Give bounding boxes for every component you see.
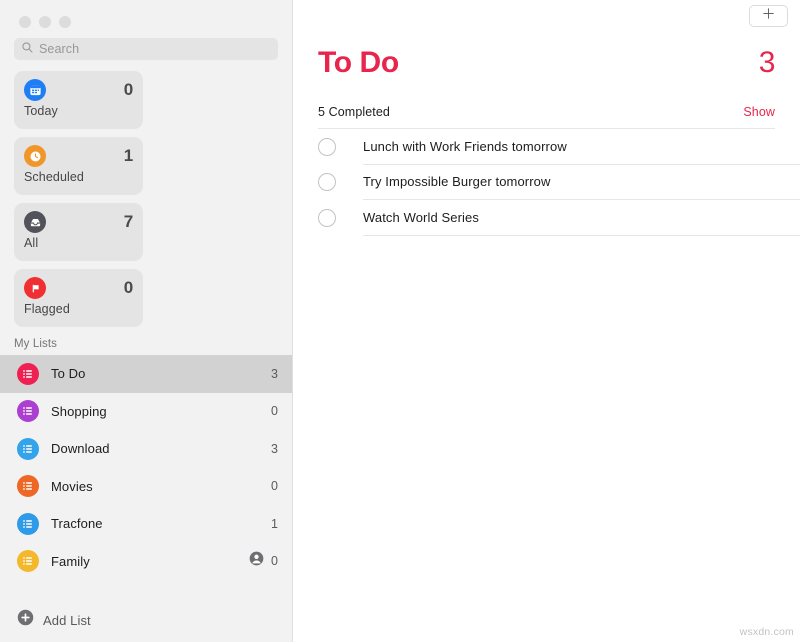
list-bullet-icon [17, 550, 39, 573]
smart-card-all-top: 7 [24, 211, 133, 233]
my-lists-container: To Do 3 Shopping 0 Download 3 Movies 0 T… [0, 355, 292, 580]
smart-card-flagged-count: 0 [123, 278, 133, 297]
search-container: Search [0, 32, 292, 60]
sidebar-item-count: 3 [271, 441, 278, 456]
main-toolbar [293, 0, 800, 32]
sidebar-item-label: Family [51, 553, 90, 569]
reminder-title[interactable]: Try Impossible Burger tomorrow [363, 174, 550, 189]
sidebar-item-right: 0 [271, 479, 278, 493]
reminders-app-window: Search 0 Today 1 Scheduled 7 All 0 Flagg… [0, 0, 800, 642]
reminders-list: Lunch with Work Friends tomorrow Try Imp… [293, 129, 800, 236]
list-bullet-icon [17, 400, 39, 423]
add-list-button[interactable]: Add List [0, 598, 293, 642]
plus-circle-icon [17, 609, 34, 631]
smart-card-all-label: All [24, 236, 39, 250]
completed-count-label: 5 Completed [318, 105, 390, 119]
sidebar-item-count: 0 [271, 479, 278, 494]
reminder-row[interactable]: Lunch with Work Friends tomorrow [318, 129, 800, 165]
reminder-row[interactable]: Watch World Series [318, 200, 800, 236]
reminder-row[interactable]: Try Impossible Burger tomorrow [318, 165, 800, 200]
sidebar-item-right: 0 [249, 551, 278, 571]
reminder-checkbox-icon[interactable] [318, 208, 336, 227]
smart-card-today[interactable]: 0 Today [14, 71, 143, 129]
close-button[interactable] [19, 15, 31, 28]
clock-icon [24, 145, 46, 167]
reminder-title[interactable]: Watch World Series [363, 210, 479, 225]
reminder-title[interactable]: Lunch with Work Friends tomorrow [363, 139, 567, 154]
search-input[interactable]: Search [14, 38, 278, 60]
reminder-checkbox-icon[interactable] [318, 173, 336, 192]
sidebar-item-download[interactable]: Download 3 [0, 430, 292, 468]
list-bullet-icon [17, 437, 39, 460]
sidebar-item-right: 1 [271, 517, 278, 531]
flag-icon [24, 277, 46, 299]
list-bullet-icon [17, 475, 39, 498]
show-completed-button[interactable]: Show [743, 105, 775, 119]
plus-icon [762, 7, 775, 25]
smart-card-today-count: 0 [123, 80, 133, 99]
page-title: To Do [318, 46, 399, 79]
reminder-text-wrap: Lunch with Work Friends tomorrow [363, 129, 800, 165]
sidebar-item-count: 0 [271, 554, 278, 569]
sidebar-item-label: To Do [51, 366, 86, 382]
search-placeholder: Search [39, 42, 80, 56]
zoom-button[interactable] [59, 15, 71, 28]
sidebar-item-right: 0 [271, 404, 278, 418]
reminder-text-wrap: Try Impossible Burger tomorrow [363, 165, 800, 200]
smart-card-scheduled-count: 1 [123, 146, 133, 165]
sidebar-item-tracfone[interactable]: Tracfone 1 [0, 505, 292, 543]
sidebar: Search 0 Today 1 Scheduled 7 All 0 Flagg… [0, 0, 293, 642]
smart-card-all[interactable]: 7 All [14, 203, 143, 261]
sidebar-item-label: Shopping [51, 403, 107, 419]
watermark: wsxdn.com [739, 626, 794, 638]
sidebar-item-label: Tracfone [51, 516, 103, 532]
page-title-count: 3 [758, 46, 776, 79]
smart-card-flagged-label: Flagged [24, 302, 70, 316]
main-content: To Do 3 5 Completed Show Lunch with Work… [293, 0, 800, 642]
smart-list-cards: 0 Today 1 Scheduled 7 All 0 Flagged [0, 60, 292, 327]
add-reminder-button[interactable] [749, 5, 788, 27]
sidebar-item-movies[interactable]: Movies 0 [0, 468, 292, 506]
sidebar-item-right: 3 [271, 442, 278, 456]
smart-card-scheduled[interactable]: 1 Scheduled [14, 137, 143, 195]
sidebar-item-count: 1 [271, 516, 278, 531]
minimize-button[interactable] [39, 15, 51, 28]
smart-card-today-top: 0 [24, 79, 133, 101]
sidebar-item-count: 0 [271, 404, 278, 419]
list-title-row: To Do 3 [293, 32, 800, 80]
shared-person-icon[interactable] [249, 551, 264, 571]
list-bullet-icon [17, 362, 39, 385]
sidebar-item-family[interactable]: Family 0 [0, 543, 292, 581]
add-list-label: Add List [43, 612, 91, 628]
sidebar-item-to-do[interactable]: To Do 3 [0, 355, 292, 393]
reminder-checkbox-icon[interactable] [318, 137, 336, 156]
smart-card-scheduled-label: Scheduled [24, 170, 84, 184]
search-icon [22, 40, 33, 58]
reminder-text-wrap: Watch World Series [363, 200, 800, 236]
sidebar-item-right: 3 [271, 367, 278, 381]
smart-card-scheduled-top: 1 [24, 145, 133, 167]
sidebar-item-label: Movies [51, 478, 93, 494]
calendar-icon [24, 79, 46, 101]
smart-card-flagged-top: 0 [24, 277, 133, 299]
smart-card-all-count: 7 [123, 212, 133, 231]
smart-card-today-label: Today [24, 104, 58, 118]
window-traffic-lights [0, 0, 292, 32]
smart-card-flagged[interactable]: 0 Flagged [14, 269, 143, 327]
completed-row: 5 Completed Show [293, 96, 800, 128]
inbox-icon [24, 211, 46, 233]
sidebar-item-count: 3 [271, 366, 278, 381]
my-lists-header: My Lists [14, 338, 57, 350]
sidebar-item-shopping[interactable]: Shopping 0 [0, 393, 292, 431]
list-bullet-icon [17, 512, 39, 535]
sidebar-item-label: Download [51, 441, 110, 457]
